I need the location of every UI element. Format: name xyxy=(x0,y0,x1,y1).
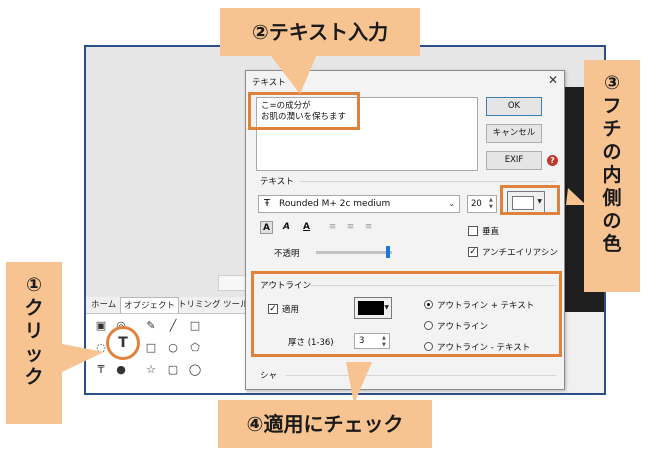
callout-char: ク xyxy=(24,366,44,388)
callout-step3: ③フチの内側の色 xyxy=(584,60,640,292)
callout-pointer xyxy=(566,188,586,205)
callout-char: ③ xyxy=(603,72,621,94)
callout-char: の xyxy=(602,210,622,232)
callout-char: ク xyxy=(24,297,44,319)
callout-pointer xyxy=(268,52,318,94)
callout-char: チ xyxy=(602,118,622,140)
callout-char: ッ xyxy=(24,343,44,365)
callout-char: 内 xyxy=(602,164,622,186)
callout-pointer xyxy=(346,362,372,404)
callout-char: の xyxy=(602,141,622,163)
callout-char: リ xyxy=(24,320,44,342)
callout-step4: ④適用にチェック xyxy=(218,400,432,448)
callout-step1-text: ①クリック xyxy=(6,274,62,389)
tutorial-screenshot: 成 ホーム オブジェクト トリミング ツール ▣ ◎ ✎ ╱ □ ◌ □ ○ ⬠… xyxy=(0,0,650,459)
callout-step1: ①クリック xyxy=(6,262,62,424)
callout-char: 色 xyxy=(602,233,622,255)
callout-pointer xyxy=(62,344,104,372)
callout-connectors xyxy=(62,52,586,404)
callout-char: ① xyxy=(25,274,43,296)
callout-char: フ xyxy=(602,95,622,117)
callout-char: 側 xyxy=(602,187,622,209)
callout-step2: ②テキスト入力 xyxy=(220,8,420,56)
callout-step3-text: ③フチの内側の色 xyxy=(584,72,640,256)
